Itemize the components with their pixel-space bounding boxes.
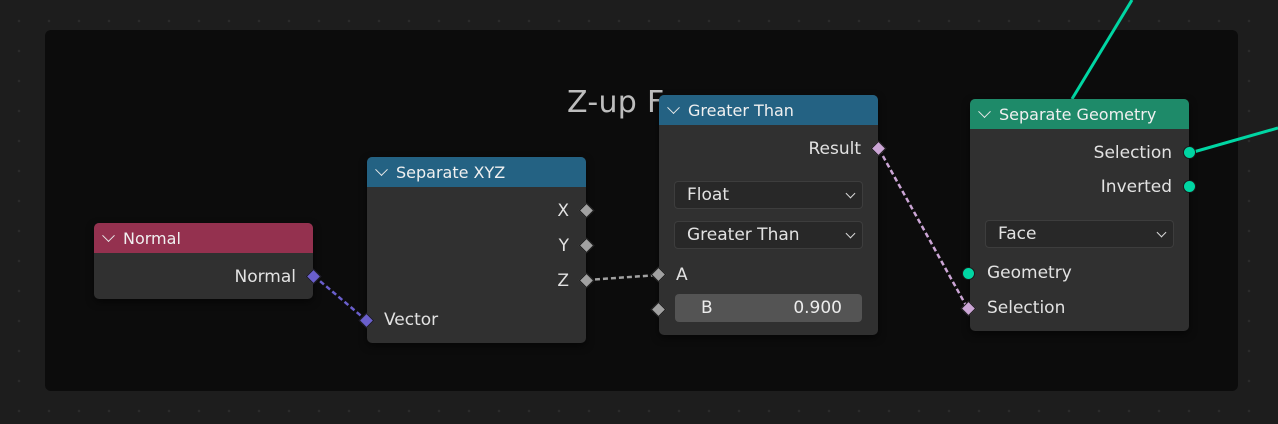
link-z-to-a [586, 273, 659, 282]
node-title: Separate XYZ [396, 162, 506, 182]
output-inverted-label: Inverted [1100, 177, 1172, 197]
node-header[interactable]: Separate Geometry [970, 99, 1189, 129]
node-greater-than[interactable]: Greater Than Result Float Greater Than A… [659, 95, 878, 335]
collapse-chevron-icon[interactable] [667, 100, 680, 114]
chevron-down-icon [845, 188, 856, 199]
link-geometry-out-top [1070, 0, 1134, 100]
node-separate-xyz[interactable]: Separate XYZ X Y Z Vector [367, 157, 586, 343]
input-a-label: A [676, 265, 688, 285]
operation-dropdown[interactable]: Greater Than [674, 221, 863, 249]
node-normal[interactable]: Normal Normal [94, 223, 313, 299]
node-header[interactable]: Normal [94, 223, 313, 253]
output-y-label: Y [558, 236, 569, 256]
output-result-label: Result [808, 139, 861, 159]
node-title: Separate Geometry [999, 104, 1157, 124]
node-title: Greater Than [688, 100, 794, 120]
socket-selection-output[interactable] [1183, 146, 1196, 159]
chevron-down-icon [1156, 227, 1167, 238]
output-normal-label: Normal [234, 267, 296, 287]
data-type-dropdown[interactable]: Float [674, 181, 863, 209]
input-b-label: B [701, 298, 713, 318]
node-title: Normal [123, 228, 181, 248]
input-b-field[interactable]: B 0.900 [675, 294, 862, 322]
socket-geometry-input[interactable] [962, 267, 975, 280]
node-header[interactable]: Separate XYZ [367, 157, 586, 187]
collapse-chevron-icon[interactable] [375, 162, 388, 176]
link-normal-to-vector [313, 275, 367, 321]
output-selection-label: Selection [1093, 143, 1172, 163]
domain-value: Face [998, 224, 1037, 244]
output-x-label: X [557, 201, 569, 221]
input-b-value: 0.900 [793, 298, 842, 318]
collapse-chevron-icon[interactable] [102, 228, 115, 242]
chevron-down-icon [845, 228, 856, 239]
link-selection-out-right [1189, 126, 1278, 155]
data-type-value: Float [687, 185, 729, 205]
node-separate-geometry[interactable]: Separate Geometry Selection Inverted Fac… [970, 99, 1189, 331]
link-result-to-selection [877, 148, 970, 310]
operation-value: Greater Than [687, 225, 800, 245]
input-selection-label: Selection [987, 298, 1066, 318]
input-geometry-label: Geometry [987, 263, 1072, 283]
input-vector-label: Vector [384, 310, 439, 330]
output-z-label: Z [557, 271, 569, 291]
node-header[interactable]: Greater Than [659, 95, 878, 125]
domain-dropdown[interactable]: Face [985, 220, 1174, 248]
socket-inverted-output[interactable] [1183, 180, 1196, 193]
collapse-chevron-icon[interactable] [978, 104, 991, 118]
